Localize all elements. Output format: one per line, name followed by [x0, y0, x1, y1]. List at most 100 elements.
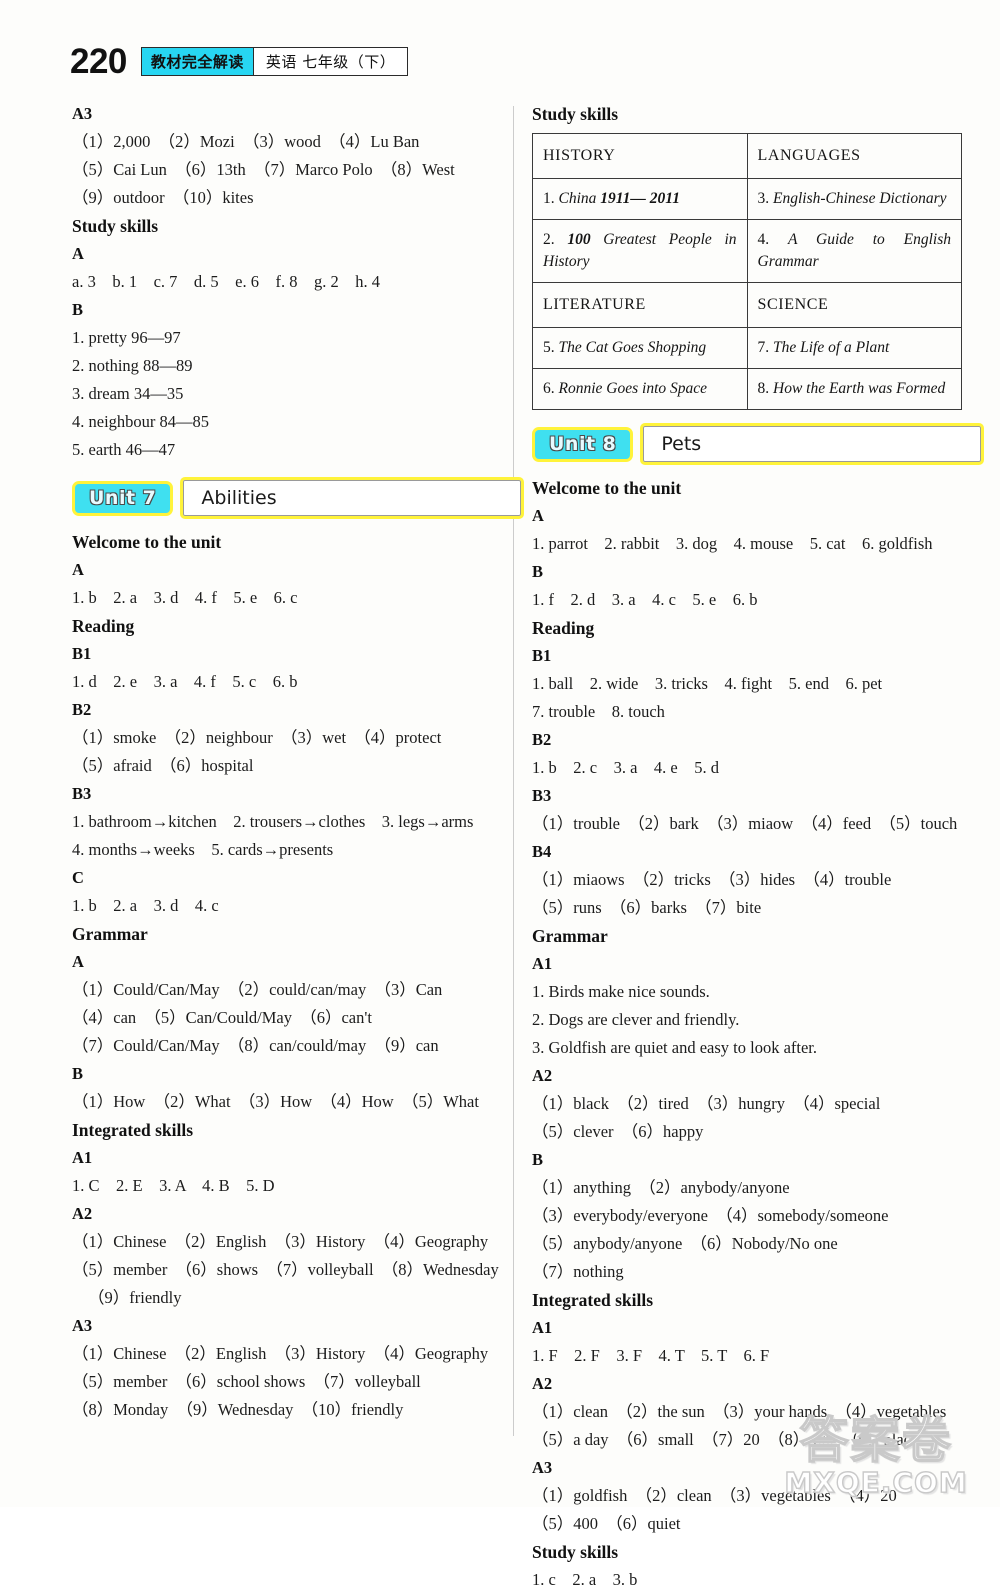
answer-line: 1. ball 2. wide 3. tricks 4. fight 5. en… — [532, 674, 883, 693]
item-number: 7. — [757, 339, 773, 356]
item-number: 8. — [757, 380, 773, 397]
item-title: Ronnie Goes into Space — [558, 380, 708, 397]
answer-line: 1. f 2. d 3. a 4. c 5. e 6. b — [532, 590, 758, 609]
item-emphasis: 100 — [567, 231, 604, 248]
subsection-heading: B — [72, 1064, 84, 1083]
section-heading: Reading — [72, 616, 135, 636]
answer-line: （1）trouble （2）bark （3）miaow （4）feed （5）t… — [532, 814, 958, 833]
subsection-heading: A2 — [72, 1204, 93, 1223]
answer-line: 1. Birds make nice sounds. — [532, 982, 710, 1001]
item-number: 1. — [543, 190, 559, 207]
subsection-heading: B4 — [532, 842, 552, 861]
subsection-heading: B3 — [532, 786, 552, 805]
answer-line: 7. trouble 8. touch — [532, 702, 665, 721]
answer-line: 4. months→weeks 5. cards→presents — [72, 840, 334, 859]
table-row: 6. Ronnie Goes into Space 8. How the Eart… — [532, 368, 962, 410]
item-title: The Life of a Plant — [773, 339, 890, 356]
answer-line: （1）Chinese （2）English （3）History （4）Geog… — [72, 1344, 489, 1363]
answer-line: 2. nothing 88—89 — [72, 356, 193, 375]
section-heading: Study skills — [532, 1542, 619, 1562]
table-row: 1. China 1911— 2011 3. English-Chinese Di… — [532, 178, 962, 220]
subsection-heading: A1 — [532, 954, 553, 973]
answer-line: （5）afraid （6）hospital — [72, 756, 254, 775]
subsection-heading: A1 — [72, 1148, 93, 1167]
answer-line: 5. earth 46—47 — [72, 440, 176, 459]
section-heading: Welcome to the unit — [532, 478, 682, 498]
section-heading: Welcome to the unit — [72, 532, 222, 552]
item-number: 2. — [543, 231, 568, 248]
right-column: Study skills HISTORY LANGUAGES 1. China 191… — [532, 100, 984, 1594]
answer-line: 3. dream 34—35 — [72, 384, 184, 403]
answer-line: （1）How （2）What （3）How （4）How （5）What — [72, 1092, 479, 1111]
answer-line: （5）Cai Lun （6）13th （7）Marco Polo （8）West — [72, 160, 455, 179]
book-title-tag: 教材完全解读 英语 七年级（下） — [140, 47, 409, 76]
answer-line: （1）Could/Can/May （2）could/can/may （3）Can — [72, 980, 443, 999]
item-title: China — [558, 190, 601, 207]
answer-line: 3. Goldfish are quiet and easy to look a… — [532, 1038, 818, 1057]
item-number: 6. — [543, 380, 559, 397]
answer-line: （3）everybody/everyone （4）somebody/someon… — [532, 1206, 889, 1225]
answer-line: （4）can （5）Can/Could/May （6）can't — [72, 1008, 372, 1027]
item-number: 5. — [543, 339, 559, 356]
answer-line: （5）400 （6）quiet — [532, 1514, 681, 1533]
table-row: 5. The Cat Goes Shopping 7. The Life of a… — [532, 327, 962, 369]
section-heading: Grammar — [72, 924, 148, 944]
subsection-heading: A1 — [532, 1318, 553, 1337]
section-heading: Integrated skills — [72, 1120, 194, 1140]
unit-number-chip: Unit 8 — [532, 426, 634, 462]
table-item-cell: 3. English-Chinese Dictionary — [746, 178, 962, 220]
subsection-heading: B2 — [532, 730, 552, 749]
answer-line: 1. b 2. a 3. d 4. c — [72, 896, 219, 915]
page-number: 220 — [70, 42, 127, 81]
table-category-cell: LITERATURE — [532, 282, 748, 328]
answer-line: （5）member （6）school shows （7）volleyball — [72, 1372, 421, 1391]
page-header: 220 教材完全解读 英语 七年级（下） — [70, 42, 409, 81]
subsection-heading: A3 — [72, 104, 93, 123]
item-title: How the Earth was Formed — [773, 380, 946, 397]
table-item-cell: 4. A Guide to English Grammar — [746, 219, 962, 283]
answer-line: 1. parrot 2. rabbit 3. dog 4. mouse 5. c… — [532, 534, 933, 553]
table-item-cell: 5. The Cat Goes Shopping — [532, 327, 748, 369]
table-category-cell: LANGUAGES — [746, 133, 962, 179]
table-row: 2. 100 Greatest People in History 4. A Gu… — [532, 219, 962, 283]
subsection-heading: B1 — [532, 646, 552, 665]
answer-line: （1）black （2）tired （3）hungry （4）special — [532, 1094, 881, 1113]
subsection-heading: A3 — [72, 1316, 93, 1335]
unit-banner: Unit 7 Abilities — [72, 477, 524, 519]
unit-title-box: Pets — [640, 423, 984, 465]
answer-line: 2. Dogs are clever and friendly. — [532, 1010, 740, 1029]
answer-line: （5）a day （6）small （7）20 （8）400 （9）black — [532, 1430, 920, 1449]
subsection-heading: A — [72, 244, 84, 263]
answer-line: （5）anybody/anyone （6）Nobody/No one — [532, 1234, 838, 1253]
answer-line: （1）goldfish （2）clean （3）vegetables （4）20 — [532, 1486, 897, 1505]
table-row: LITERATURE SCIENCE — [532, 282, 962, 328]
answer-line: 1. F 2. F 3. F 4. T 5. T 6. F — [532, 1346, 770, 1365]
subsection-heading: A — [72, 560, 84, 579]
answer-line: 1. d 2. e 3. a 4. f 5. c 6. b — [72, 672, 298, 691]
subsection-heading: A — [532, 506, 544, 525]
table-row: HISTORY LANGUAGES — [532, 133, 962, 179]
answer-line: （7）Could/Can/May （8）can/could/may （9）can — [72, 1036, 439, 1055]
subsection-heading: B1 — [72, 644, 92, 663]
subsection-heading: A — [72, 952, 84, 971]
table-item-cell: 8. How the Earth was Formed — [746, 368, 962, 410]
answer-line: （7）nothing — [532, 1262, 624, 1281]
section-heading: Integrated skills — [532, 1290, 654, 1310]
answer-line: 1. pretty 96—97 — [72, 328, 181, 347]
subsection-heading: A2 — [532, 1374, 553, 1393]
unit-title-label: Abilities — [201, 487, 277, 509]
book-subject-label: 英语 七年级（下） — [265, 53, 396, 71]
answer-line: （9）friendly — [88, 1288, 182, 1307]
unit-title-box: Abilities — [180, 477, 524, 519]
subsection-heading: A2 — [532, 1066, 553, 1085]
subsection-heading: C — [72, 868, 84, 887]
subsection-heading: A3 — [532, 1458, 553, 1477]
answer-key-page: 220 教材完全解读 英语 七年级（下） A3 （1）2,000 （2）Mozi … — [0, 0, 1000, 1589]
unit-banner: Unit 8 Pets — [532, 423, 984, 465]
unit-title-label: Pets — [661, 433, 702, 455]
subsection-heading: B — [72, 300, 84, 319]
answer-line: 4. neighbour 84—85 — [72, 412, 210, 431]
section-heading: Reading — [532, 618, 595, 638]
answer-line: （1）miaows （2）tricks （3）hides （4）trouble — [532, 870, 892, 889]
left-column: A3 （1）2,000 （2）Mozi （3）wood （4）Lu Ban （5）C… — [72, 100, 524, 1424]
